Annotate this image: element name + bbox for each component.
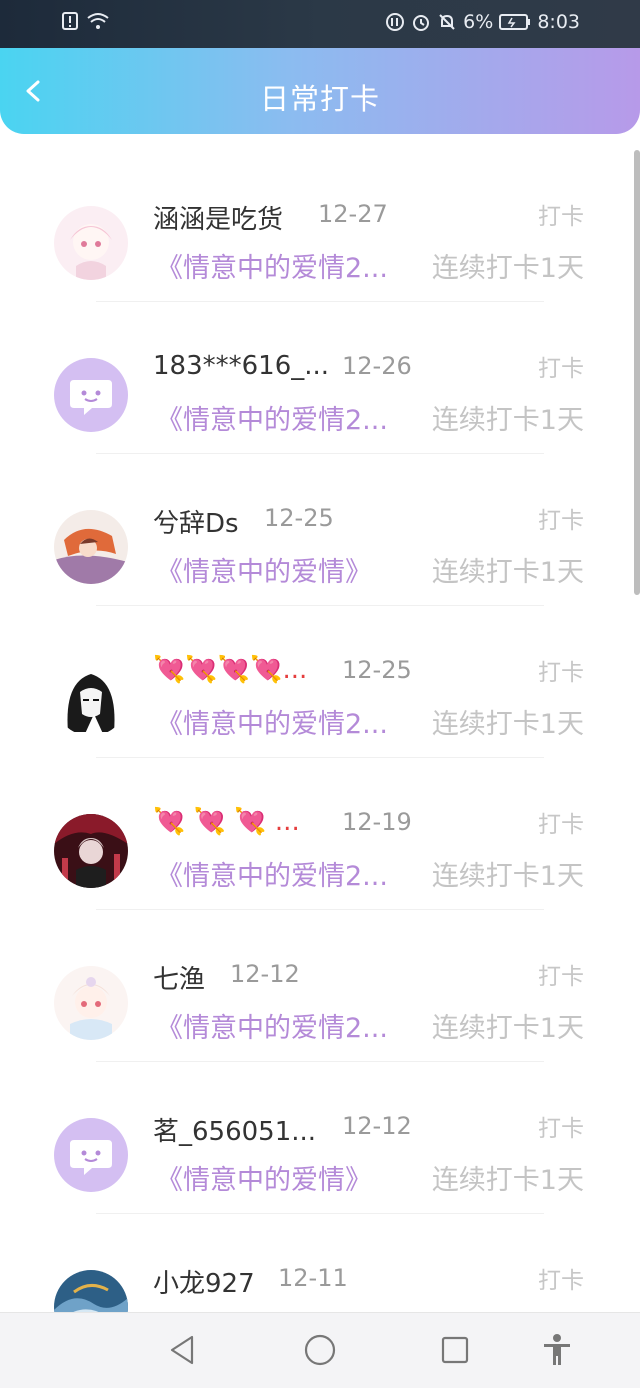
battery-percent: 6% — [463, 11, 494, 33]
user-name: 小龙927 — [153, 1269, 255, 1299]
mute-icon — [439, 14, 455, 30]
user-name: 183***616_... — [153, 351, 330, 381]
user-name: 茗_656051... — [153, 1117, 317, 1147]
book-title[interactable]: 《情意中的爱情》 — [156, 1158, 372, 1197]
status-left — [62, 12, 110, 30]
list-item[interactable]: 💘💘💘💘... 12-25 打卡 《情意中的爱情2... 连续打卡1天 — [0, 606, 640, 758]
checkin-date: 12-12 — [342, 1112, 412, 1140]
streak-text: 连续打卡1天 — [431, 861, 584, 892]
user-name: 💘 💘 💘 ... — [153, 807, 300, 837]
nav-recents-button[interactable] — [438, 1333, 472, 1367]
list-item[interactable]: 183***616_... 12-26 打卡 《情意中的爱情2... 连续打卡1… — [0, 302, 640, 454]
book-title[interactable]: 《情意中的爱情2... — [156, 246, 388, 285]
streak-text: 连续打卡1天 — [431, 253, 584, 284]
checkin-date: 12-11 — [278, 1264, 348, 1292]
status-bar: 6% 8:03 — [0, 0, 640, 48]
square-recents-icon — [441, 1336, 469, 1364]
battery-icon — [499, 14, 531, 30]
list-item[interactable]: 七渔 12-12 打卡 《情意中的爱情2... 连续打卡1天 — [0, 910, 640, 1062]
accessibility-button[interactable] — [540, 1333, 574, 1367]
user-name: 兮辞Ds — [153, 509, 239, 539]
checkin-date: 12-25 — [342, 656, 412, 684]
avatar[interactable] — [54, 966, 128, 1040]
streak-text: 连续打卡1天 — [431, 1165, 584, 1196]
avatar[interactable] — [54, 1118, 128, 1192]
streak-text: 连续打卡1天 — [431, 557, 584, 588]
user-name: 七渔 — [153, 965, 206, 995]
header: 日常打卡 — [0, 48, 640, 134]
checkin-list[interactable]: 涵涵是吃货 12-27 打卡 《情意中的爱情2... 连续打卡1天 183***… — [0, 150, 640, 1366]
page-title: 日常打卡 — [259, 82, 380, 116]
checkin-date: 12-25 — [264, 504, 334, 532]
avatar[interactable] — [54, 662, 128, 736]
nav-home-button[interactable] — [303, 1333, 337, 1367]
checkin-date: 12-19 — [342, 808, 412, 836]
clock: 8:03 — [537, 11, 580, 33]
user-name: 💘💘💘💘... — [153, 655, 308, 685]
list-item[interactable]: 涵涵是吃货 12-27 打卡 《情意中的爱情2... 连续打卡1天 — [0, 150, 640, 302]
circle-home-icon — [304, 1334, 336, 1366]
status-right: 6% 8:03 — [385, 11, 580, 33]
accessibility-icon — [544, 1334, 570, 1365]
avatar[interactable] — [54, 358, 128, 432]
checkin-date: 12-26 — [342, 352, 412, 380]
streak-text: 连续打卡1天 — [431, 405, 584, 436]
checkin-tag: 打卡 — [538, 1268, 584, 1294]
checkin-tag: 打卡 — [538, 356, 584, 382]
book-title[interactable]: 《情意中的爱情》 — [156, 550, 372, 589]
checkin-tag: 打卡 — [538, 964, 584, 990]
book-title[interactable]: 《情意中的爱情2... — [156, 1006, 388, 1045]
scrollbar[interactable] — [634, 150, 640, 595]
list-item[interactable]: 兮辞Ds 12-25 打卡 《情意中的爱情》 连续打卡1天 — [0, 454, 640, 606]
book-title[interactable]: 《情意中的爱情2... — [156, 702, 388, 741]
checkin-tag: 打卡 — [538, 660, 584, 686]
nav-back-button[interactable] — [166, 1333, 200, 1367]
wifi-icon — [87, 13, 109, 29]
list-item[interactable]: 茗_656051... 12-12 打卡 《情意中的爱情》 连续打卡1天 — [0, 1062, 640, 1214]
streak-text: 连续打卡1天 — [431, 1013, 584, 1044]
checkin-tag: 打卡 — [538, 508, 584, 534]
user-name: 涵涵是吃货 — [153, 205, 284, 235]
streak-text: 连续打卡1天 — [431, 709, 584, 740]
list-item[interactable]: 💘 💘 💘 ... 12-19 打卡 《情意中的爱情2... 连续打卡1天 — [0, 758, 640, 910]
system-nav-bar — [0, 1312, 640, 1388]
avatar[interactable] — [54, 206, 128, 280]
checkin-date: 12-12 — [230, 960, 300, 988]
checkin-tag: 打卡 — [538, 812, 584, 838]
triangle-back-icon — [170, 1335, 194, 1365]
checkin-tag: 打卡 — [538, 1116, 584, 1142]
checkin-tag: 打卡 — [538, 204, 584, 230]
avatar[interactable] — [54, 814, 128, 888]
book-title[interactable]: 《情意中的爱情2... — [156, 398, 388, 437]
alert-icon — [62, 12, 78, 30]
checkin-date: 12-27 — [318, 200, 388, 228]
data-saver-icon — [386, 13, 405, 31]
book-title[interactable]: 《情意中的爱情2... — [156, 854, 388, 893]
avatar[interactable] — [54, 510, 128, 584]
alarm-icon — [413, 15, 430, 31]
